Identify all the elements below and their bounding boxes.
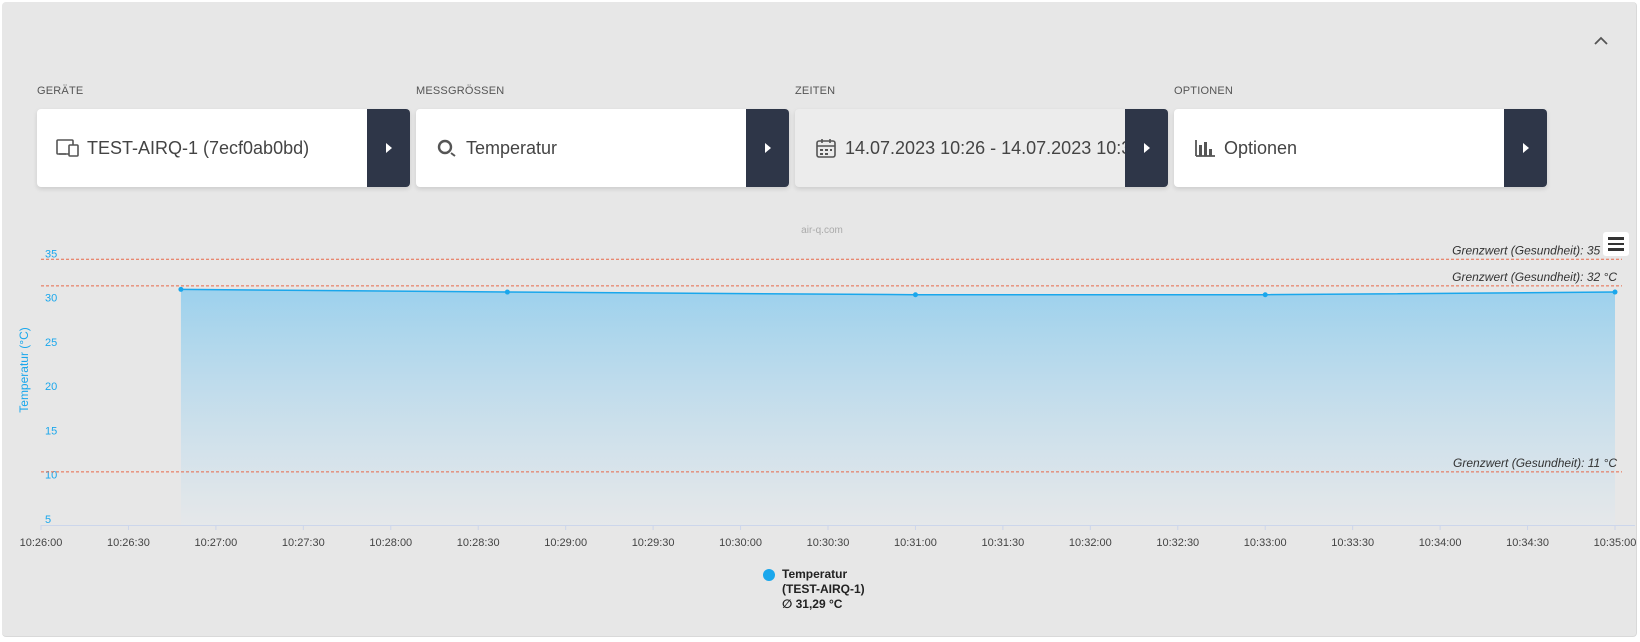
caret-right-icon (1143, 143, 1150, 153)
label-messgroessen: MESSGRÖSSEN (416, 85, 505, 97)
x-tick-label: 10:27:00 (194, 537, 237, 549)
x-tick-label: 10:29:00 (544, 537, 587, 549)
x-tick-label: 10:34:30 (1506, 537, 1549, 549)
x-tick-label: 10:31:30 (981, 537, 1024, 549)
sensor-search-icon (434, 135, 460, 161)
hamburger-menu-icon (1608, 237, 1624, 240)
temperature-chart: air-q.comTemperatur (°C)510152025303540G… (0, 204, 1640, 555)
y-tick-label: 30 (45, 293, 57, 305)
time-range-selector[interactable]: 14.07.2023 10:26 - 14.07.2023 10:36 (795, 109, 1168, 187)
measurand-selector-open-button[interactable] (746, 109, 789, 187)
measurand-selector-value: Temperatur (466, 137, 558, 158)
x-tick-label: 10:30:00 (719, 537, 762, 549)
device-icon (55, 135, 81, 161)
calendar-icon (813, 135, 839, 161)
device-selector-value: TEST-AIRQ-1 (7ecf0ab0bd) (87, 137, 310, 158)
x-tick-label: 10:26:30 (107, 537, 150, 549)
data-point (912, 292, 918, 298)
options-selector-open-button[interactable] (1504, 109, 1547, 187)
label-zeiten: ZEITEN (795, 85, 836, 97)
y-tick-label: 20 (45, 381, 57, 393)
chart-menu-button[interactable] (1603, 232, 1629, 256)
x-tick-label: 10:27:30 (282, 537, 325, 549)
device-selector-open-button[interactable] (367, 109, 410, 187)
y-tick-label: 35 (45, 248, 57, 260)
x-tick-label: 10:30:30 (807, 537, 850, 549)
chart-legend-item[interactable]: Temperatur (TEST-AIRQ-1) ∅ 31,29 °C (763, 567, 865, 612)
caret-right-icon (764, 143, 771, 153)
chevron-up-icon (1594, 36, 1608, 45)
y-tick-label: 15 (45, 425, 57, 437)
x-tick-label: 10:29:30 (632, 537, 675, 549)
y-tick-label: 40 (45, 215, 57, 216)
y-tick-label: 5 (45, 514, 51, 526)
data-point (504, 289, 510, 295)
x-tick-label: 10:32:00 (1069, 537, 1112, 549)
y-axis-label: Temperatur (°C) (17, 327, 31, 412)
collapse-button[interactable] (1587, 28, 1615, 52)
options-selector[interactable]: Optionen (1174, 109, 1547, 187)
series-area (180, 289, 1615, 525)
x-tick-label: 10:33:30 (1331, 537, 1374, 549)
x-tick-label: 10:35:00 (1594, 537, 1637, 549)
chart-svg: air-q.comTemperatur (°C)510152025303540G… (17, 204, 1637, 549)
data-point (1612, 289, 1618, 295)
device-selector[interactable]: TEST-AIRQ-1 (7ecf0ab0bd) (37, 109, 410, 187)
threshold-label: Grenzwert (Gesundheit): 11 °C (1453, 456, 1617, 470)
legend-series-name: Temperatur (782, 567, 848, 581)
threshold-label: Grenzwert (Gesundheit): 35 °C (1452, 243, 1617, 257)
measurand-selector[interactable]: Temperatur (416, 109, 789, 187)
caret-right-icon (385, 143, 392, 153)
time-range-selector-open-button[interactable] (1125, 109, 1168, 187)
x-tick-label: 10:31:00 (894, 537, 937, 549)
data-point (178, 286, 184, 292)
x-tick-label: 10:34:00 (1419, 537, 1462, 549)
x-tick-label: 10:28:00 (369, 537, 412, 549)
legend-series-device: (TEST-AIRQ-1) (782, 582, 865, 596)
threshold-label: Grenzwert (Gesundheit): 32 °C (1452, 270, 1617, 284)
options-selector-value: Optionen (1224, 137, 1298, 158)
x-tick-label: 10:32:30 (1156, 537, 1199, 549)
data-point (1262, 292, 1268, 298)
legend-series-marker (763, 569, 775, 581)
label-geraete: GERÄTE (37, 85, 84, 97)
y-tick-label: 25 (45, 337, 57, 349)
time-range-selector-value: 14.07.2023 10:26 - 14.07.2023 10:36 (845, 137, 1125, 158)
x-tick-label: 10:33:00 (1244, 537, 1287, 549)
bar-chart-icon (1192, 135, 1218, 161)
chart-watermark: air-q.com (801, 225, 843, 236)
legend-series-average: ∅ 31,29 °C (782, 597, 843, 611)
label-optionen: OPTIONEN (1174, 85, 1234, 97)
x-tick-label: 10:28:30 (457, 537, 500, 549)
x-tick-label: 10:26:00 (20, 537, 63, 549)
caret-right-icon (1522, 143, 1529, 153)
